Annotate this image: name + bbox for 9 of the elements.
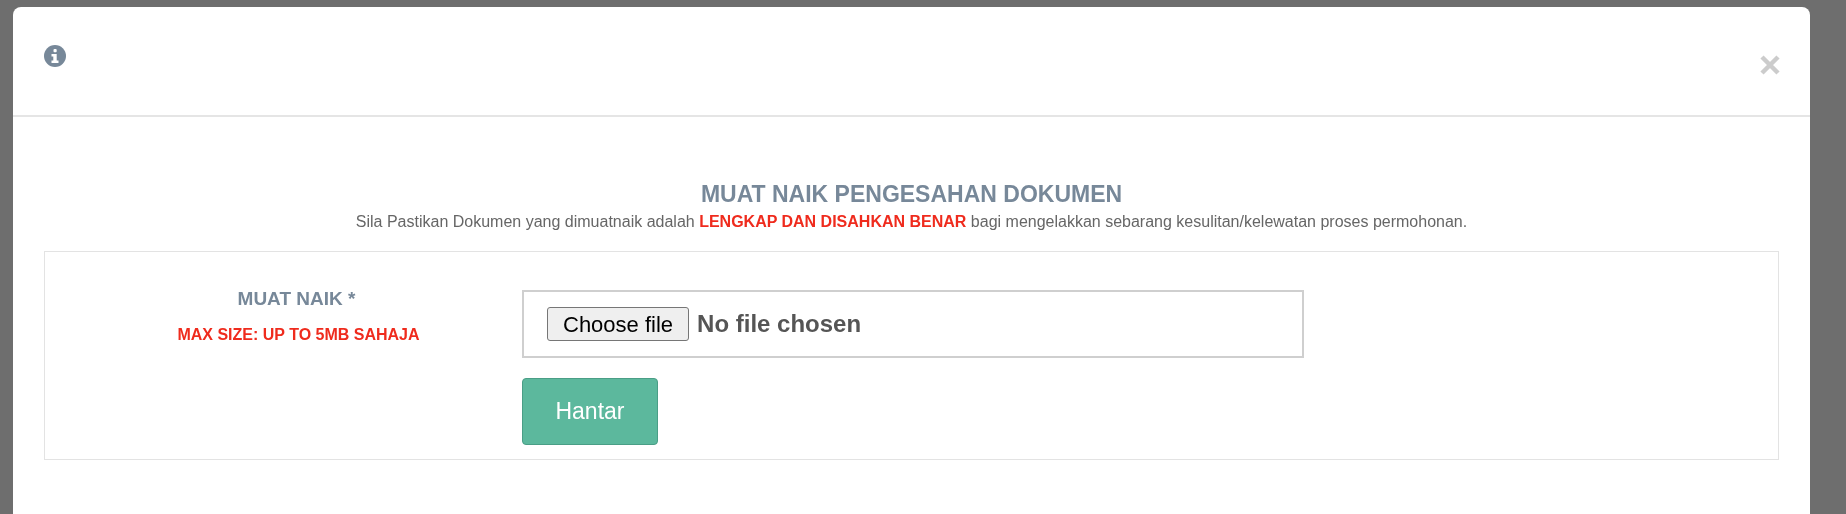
info-icon (44, 45, 66, 67)
file-input-field[interactable]: Choose file No file chosen (522, 290, 1304, 358)
close-button[interactable] (1759, 54, 1781, 76)
size-hint: MAX SIZE: UP TO 5MB SAHAJA (176, 325, 420, 345)
modal-title: MUAT NAIK PENGESAHAN DOKUMEN (700, 180, 1123, 209)
file-status-text: No file chosen (697, 309, 862, 339)
instruction-text: Sila Pastikan Dokumen yang dimuatnaik adalah LENGKAP DAN DISAHKAN BENAR bagi mengelakkan sebarang kesulitan/kelewatan proses permohonan. (355, 212, 1468, 232)
upload-label: MUAT NAIK * (236, 287, 356, 311)
choose-file-button[interactable]: Choose file (547, 307, 690, 341)
